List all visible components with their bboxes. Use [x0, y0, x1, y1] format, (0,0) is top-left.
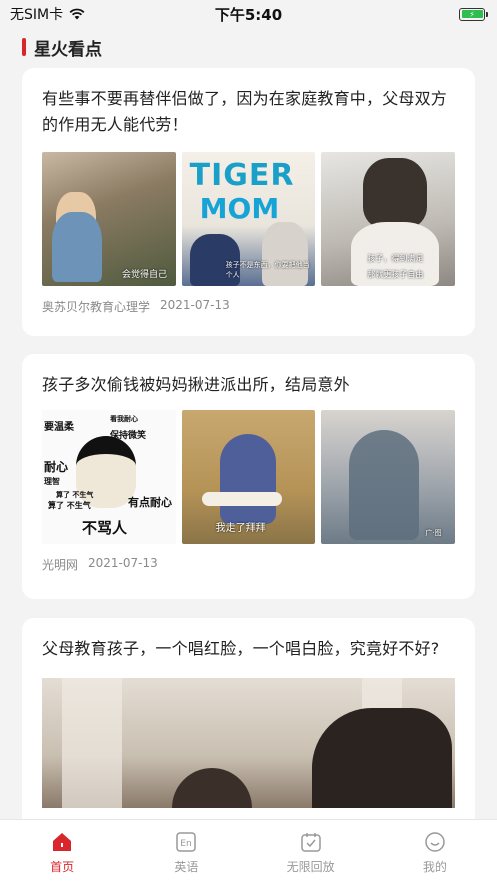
- meme-word: 算了 不生气: [48, 501, 91, 510]
- curtain: [62, 678, 122, 808]
- article-thumbnail[interactable]: 孩子，得到满足 那就更孩子自由: [321, 152, 456, 286]
- battery-icon: ⚡: [459, 7, 488, 21]
- article-thumbnail[interactable]: TIGER MOM 孩子不是东西，你要把他当个人: [181, 152, 316, 286]
- meme-word: 要温柔: [44, 422, 74, 433]
- wifi-icon: [69, 8, 85, 20]
- thumbnail-caption: 会觉得自己: [122, 270, 168, 280]
- section-accent-bar: [22, 38, 26, 56]
- tab-bar: 首页 En 英语 无限回放 我的: [0, 819, 497, 883]
- playback-icon: [299, 830, 323, 854]
- article-title[interactable]: 父母教育孩子，一个唱红脸，一个唱白脸，究竟好不好?: [42, 636, 455, 662]
- meme-word: 耐心: [44, 460, 69, 474]
- tab-label: 我的: [422, 860, 447, 874]
- meme-word: 理智: [44, 477, 60, 486]
- article-title[interactable]: 有些事不要再替伴侣做了，因为在家庭教育中，父母双方的作用无人能代劳！: [42, 86, 455, 138]
- article-hero-image[interactable]: [42, 678, 455, 808]
- meme-word: 算了 不生气: [56, 491, 94, 499]
- article-thumbnails: 会觉得自己 TIGER MOM 孩子不是东西，你要把他当个人 孩子，得到满足 那…: [42, 152, 456, 286]
- tab-label: 英语: [174, 860, 199, 874]
- battery-charging-icon: ⚡: [461, 10, 483, 19]
- thumbnail-caption: 广·图: [425, 529, 442, 537]
- article-date: 2021-07-13: [160, 298, 230, 312]
- thumbnail-caption: 孩子不是东西，你要把他当个人: [225, 261, 310, 279]
- meme-word: 看我耐心: [110, 415, 138, 423]
- article-card[interactable]: 孩子多次偷钱被妈妈揪进派出所，结局意外 看我耐心 要温柔 保持微笑 耐心 理智 …: [22, 354, 475, 599]
- thumbnail-headline: MOM: [199, 192, 280, 225]
- man-hair: [363, 158, 428, 228]
- article-meta: 奥苏贝尔教育心理学 2021-07-13: [42, 298, 455, 315]
- mother-figure: [312, 708, 452, 808]
- tab-label: 无限回放: [286, 860, 335, 874]
- tab-english[interactable]: En 英语: [146, 830, 226, 875]
- profile-icon: [423, 830, 447, 854]
- section-header: 星火看点: [22, 36, 102, 60]
- article-thumbnail[interactable]: 会觉得自己: [42, 152, 176, 286]
- article-title[interactable]: 孩子多次偷钱被妈妈揪进派出所，结局意外: [42, 372, 455, 398]
- thumbnail-caption: 孩子，得到满足: [367, 254, 424, 263]
- carrier-label: 无SIM卡: [10, 7, 64, 23]
- meme-word: 有点耐心: [128, 496, 172, 509]
- article-card[interactable]: 父母教育孩子，一个唱红脸，一个唱白脸，究竟好不好?: [22, 618, 475, 828]
- article-date: 2021-07-13: [88, 556, 158, 570]
- meme-caption: 不骂人: [82, 519, 128, 537]
- home-icon: [50, 830, 74, 854]
- thumbnail-caption: 我走了拜拜: [215, 523, 266, 534]
- child-clothes: [52, 212, 102, 282]
- english-icon: En: [174, 830, 198, 854]
- status-time: 下午5:40: [214, 5, 283, 24]
- article-source: 光明网: [42, 558, 79, 572]
- blurred-child: [349, 430, 420, 540]
- thumbnail-caption: 那就更孩子自由: [367, 270, 424, 279]
- child-figure: [172, 768, 252, 808]
- article-source: 奥苏贝尔教育心理学: [42, 300, 151, 314]
- article-card[interactable]: 有些事不要再替伴侣做了，因为在家庭教育中，父母双方的作用无人能代劳！ 会觉得自己…: [22, 68, 475, 336]
- tab-label: 首页: [50, 860, 75, 874]
- svg-text:En: En: [181, 839, 192, 849]
- meme-word: 保持微笑: [110, 431, 147, 441]
- tab-home[interactable]: 首页: [22, 830, 102, 875]
- article-meta: 光明网 2021-07-13: [42, 556, 455, 573]
- cartoon-cat: [219, 434, 276, 524]
- status-bar: 无SIM卡 下午5:40 ⚡: [0, 0, 497, 28]
- article-thumbnail[interactable]: 看我耐心 要温柔 保持微笑 耐心 理智 有点耐心 算了 不生气 算了 不生气 不…: [42, 410, 176, 544]
- tab-profile[interactable]: 我的: [395, 830, 475, 875]
- section-title: 星火看点: [34, 39, 102, 60]
- status-left: 无SIM卡: [10, 4, 85, 24]
- article-thumbnails: 看我耐心 要温柔 保持微笑 耐心 理智 有点耐心 算了 不生气 算了 不生气 不…: [42, 410, 456, 544]
- thumbnail-headline: TIGER: [189, 158, 295, 193]
- article-thumbnail[interactable]: 我走了拜拜: [181, 410, 316, 544]
- scroll-prop: [201, 492, 282, 506]
- article-thumbnail[interactable]: 广·图: [321, 410, 456, 544]
- tab-playback[interactable]: 无限回放: [271, 830, 351, 875]
